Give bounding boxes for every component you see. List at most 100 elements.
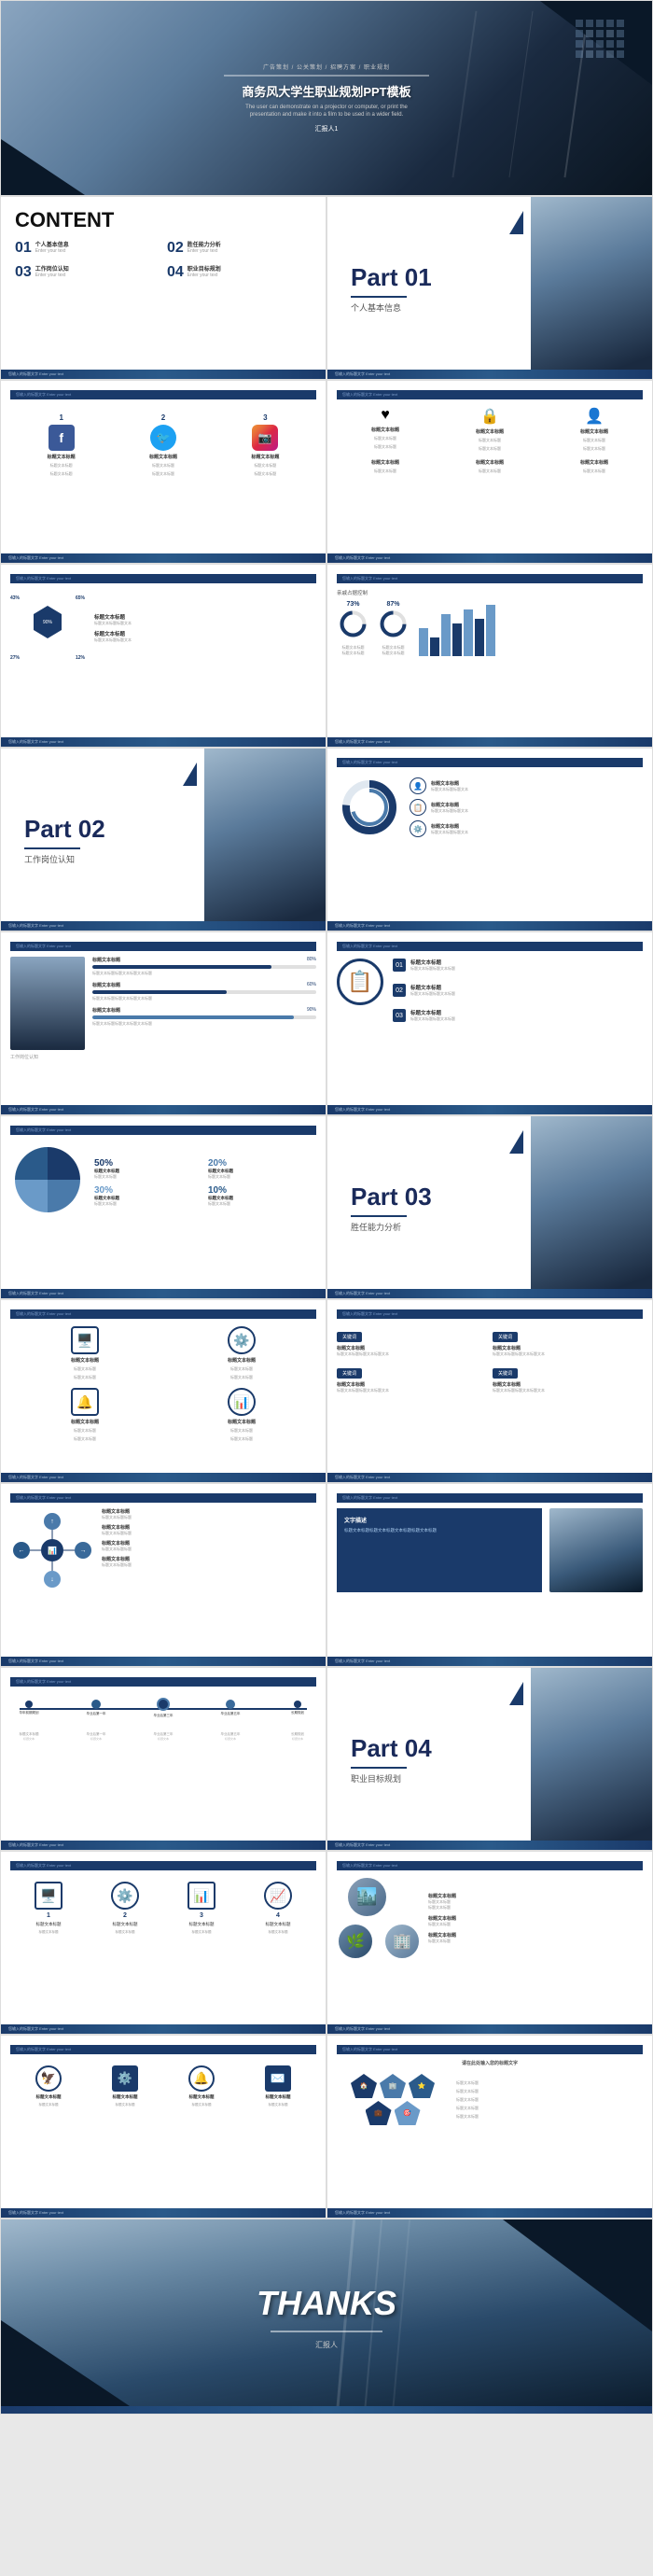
part04-slide: Part 04 职业目标规划 您输入的标题文字 Enter your text <box>326 1667 653 1851</box>
slide13-footer: 您输入的标题文字 Enter your text <box>327 1473 652 1482</box>
thanks-slide: THANKS 汇报人 <box>0 2219 653 2415</box>
part01-footer-text: 您输入的标题文字 Enter your text <box>335 371 390 377</box>
icon-grid-item-6: 标题文本标题 标题文本标题 <box>546 459 643 474</box>
slide16: 您输入的标题文字 Enter your text 华年前期规划 <box>0 1667 326 1851</box>
slide15-footer: 您输入的标题文字 Enter your text <box>327 1657 652 1666</box>
slide8: 您输入的标题文字 Enter your text 👤 <box>326 748 653 931</box>
slide15-header: 您输入的标题文字 Enter your text <box>337 1493 643 1503</box>
content-sub-2: Enter your text <box>188 248 221 254</box>
content-label-3: 工作岗位认知 <box>35 264 69 273</box>
pie-label-1: 50% 标题文本标题 标题文本标题 <box>94 1158 202 1180</box>
row-icon-3: 🔔 标题文本标题 标题文本标题 <box>183 2065 220 2107</box>
cover-content: 广告策划 / 公关策划 / 招聘方案 / 职业规划 商务风大学生职业规划PPT模… <box>1 1 652 195</box>
cover-subtitle: The user can demonstrate on a projector … <box>233 104 420 119</box>
slide12-header: 您输入的标题文字 Enter your text <box>10 1309 316 1319</box>
slide7-header: 您输入的标题文字 Enter your text <box>337 574 643 583</box>
donut-chart <box>337 775 402 840</box>
content-sub-1: Enter your text <box>35 248 69 254</box>
slide14: 您输入的标题文字 Enter your text 📊 ↑ ↓ ← → <box>0 1483 326 1667</box>
part04-building <box>531 1668 652 1850</box>
slide4: 您输入的标题文字 Enter your text 1 f 标题文本标题 标题文本… <box>0 380 326 564</box>
content-label-1: 个人基本信息 <box>35 240 69 248</box>
slide19: 您输入的标题文字 Enter your text 🦅 标题文本标题 标题文本标题… <box>0 2035 326 2219</box>
slide17: 您输入的标题文字 Enter your text 🖥️ 1 标题文本标题 标题文… <box>0 1851 326 2035</box>
social-sub-1: 标题文本标题 <box>50 463 73 469</box>
content-sub-4: Enter your text <box>188 273 221 278</box>
slide13: 您输入的标题文字 Enter your text 关键词 标题文本标题 标题文本… <box>326 1299 653 1483</box>
pie-chart <box>10 1142 85 1222</box>
slide2-footer-text: 您输入的标题文字 Enter your text <box>8 371 63 377</box>
part01-subtitle: 个人基本信息 <box>351 301 509 314</box>
content-item-1: 01 个人基本信息 Enter your text <box>15 240 160 257</box>
slide10-header: 您输入的标题文字 Enter your text <box>337 942 643 951</box>
career-item-1: 🖥️ 1 标题文本标题 标题文本标题 <box>28 1882 70 1935</box>
part03-part: Part 03 <box>351 1183 509 1211</box>
social-label-2: 标题文本标题 <box>149 454 177 460</box>
thanks-footer <box>1 2406 652 2414</box>
part02-building <box>204 749 326 931</box>
icon-grid-item-3: 👤 标题文本标题 标题文本标题 标题文本标题 <box>546 407 643 452</box>
slide11-footer: 您输入的标题文字 Enter your text <box>1 1289 326 1298</box>
part03-footer: 您输入的标题文字 Enter your text <box>327 1289 652 1298</box>
content-item-4: 04 职业目标规划 Enter your text <box>167 264 312 281</box>
cover-slide: 广告策划 / 公关策划 / 招聘方案 / 职业规划 商务风大学生职业规划PPT模… <box>0 0 653 196</box>
pentagon-cluster: 🏠 🏢 ⭐ 💼 🎯 <box>337 2074 449 2125</box>
node-graph: 📊 ↑ ↓ ← → <box>10 1508 94 1592</box>
hex-cluster: 90% 43% 65% 27% 12% <box>10 591 85 665</box>
icon-grid-item-5: 标题文本标题 标题文本标题 <box>441 459 538 474</box>
tl-item-3: 毕业后第三年 <box>145 1701 182 1718</box>
part01-slide: Part 01 个人基本信息 您输入的标题文字 Enter your text <box>326 196 653 380</box>
slide5-header: 您输入的标题文字 Enter your text <box>337 390 643 399</box>
slide4-footer: 您输入的标题文字 Enter your text <box>1 553 326 563</box>
pie-label-2: 20% 标题文本标题 标题文本标题 <box>208 1158 316 1180</box>
slide16-header: 您输入的标题文字 Enter your text <box>10 1677 316 1687</box>
box-icon-3: 🔔 标题文本标题 标题文本标题 标题文本标题 <box>10 1388 160 1442</box>
content-sub-3: Enter your text <box>35 273 69 278</box>
timeline: 华年前期规划 毕业后第一年 毕业后第三年 <box>10 1701 316 1718</box>
social-label-1: 标题文本标题 <box>48 454 76 460</box>
photo-label-2: 标题文本标题 标题文本标题 <box>428 1915 643 1927</box>
slide11-header: 您输入的标题文字 Enter your text <box>10 1126 316 1135</box>
slide2-footer: 您输入的标题文字 Enter your text <box>1 370 326 379</box>
slide14-footer: 您输入的标题文字 Enter your text <box>1 1657 326 1666</box>
part03-slide: Part 03 胜任能力分析 您输入的标题文字 Enter your text <box>326 1115 653 1299</box>
num-item-2: 02 标题文本标题标题文本标题标题文本标题 <box>393 984 643 997</box>
tl-item-5: 长期规划 <box>279 1701 316 1718</box>
slide11: 您输入的标题文字 Enter your text <box>0 1115 326 1299</box>
tl-desc-2: 毕业后第一年 标题文本 <box>77 1732 115 1741</box>
part02-subtitle: 工作岗位认知 <box>24 853 183 865</box>
slide9-footer: 您输入的标题文字 Enter your text <box>1 1105 326 1114</box>
slide7-footer: 您输入的标题文字 Enter your text <box>327 737 652 747</box>
prog-item-3: 标题文本标题 90% 标题文本标题标题文本标题文本标题 <box>92 1007 316 1027</box>
num-item-3: 03 标题文本标题标题文本标题标题文本标题 <box>393 1009 643 1022</box>
social-sub-2: 标题文本标题 <box>152 463 174 469</box>
node-label-4: 标题文本标题 标题文本标题标题 <box>102 1556 316 1568</box>
slide9: 您输入的标题文字 Enter your text 标题文本标题 80% 标题文本… <box>0 931 326 1115</box>
slide7: 您输入的标题文字 Enter your text 亲戚占据控制 73% 标题文本… <box>326 564 653 748</box>
row-icon-1: 🦅 标题文本标题 标题文本标题 <box>30 2065 67 2107</box>
slide18: 您输入的标题文字 Enter your text 🏙️ 🌿 🏢 <box>326 1851 653 2035</box>
part04-content: Part 04 职业目标规划 <box>327 1668 533 1850</box>
slide18-footer: 您输入的标题文字 Enter your text <box>327 2024 652 2034</box>
slide12-footer: 您输入的标题文字 Enter your text <box>1 1473 326 1482</box>
tl-desc-5: 长期规划 标题文本 <box>279 1732 316 1741</box>
slide10-footer: 您输入的标题文字 Enter your text <box>327 1105 652 1114</box>
slide6: 您输入的标题文字 Enter your text 90% 43% 65% 27% <box>0 564 326 748</box>
part03-subtitle: 胜任能力分析 <box>351 1221 509 1233</box>
slide19-footer: 您输入的标题文字 Enter your text <box>1 2208 326 2218</box>
row-icon-4: ✉️ 标题文本标题 标题文本标题 <box>259 2065 297 2107</box>
photo-label-3: 标题文本标题 标题文本标题 <box>428 1932 643 1944</box>
pie-charts: 73% 标题文本标题 标题文本标题 87% <box>337 601 410 656</box>
photo-label-1: 标题文本标题 标题文本标题 标题文本标题 <box>428 1893 643 1911</box>
slide6-header: 您输入的标题文字 Enter your text <box>10 574 316 583</box>
slide13-header: 您输入的标题文字 Enter your text <box>337 1309 643 1319</box>
icon-grid-item-2: 🔒 标题文本标题 标题文本标题 标题文本标题 <box>441 407 538 452</box>
part03-content: Part 03 胜任能力分析 <box>327 1116 533 1298</box>
box-icon-1: 🖥️ 标题文本标题 标题文本标题 标题文本标题 <box>10 1326 160 1380</box>
building-image <box>549 1508 643 1592</box>
cover-author: 汇报人1 <box>315 124 339 133</box>
cover-title: 商务风大学生职业规划PPT模板 <box>242 82 410 100</box>
social-sub-3: 标题文本标题 <box>254 463 276 469</box>
slide15: 您输入的标题文字 Enter your text 文字描述 标题文本标题标题文本… <box>326 1483 653 1667</box>
social-item-1: 1 f 标题文本标题 标题文本标题 标题文本标题 <box>48 413 76 477</box>
